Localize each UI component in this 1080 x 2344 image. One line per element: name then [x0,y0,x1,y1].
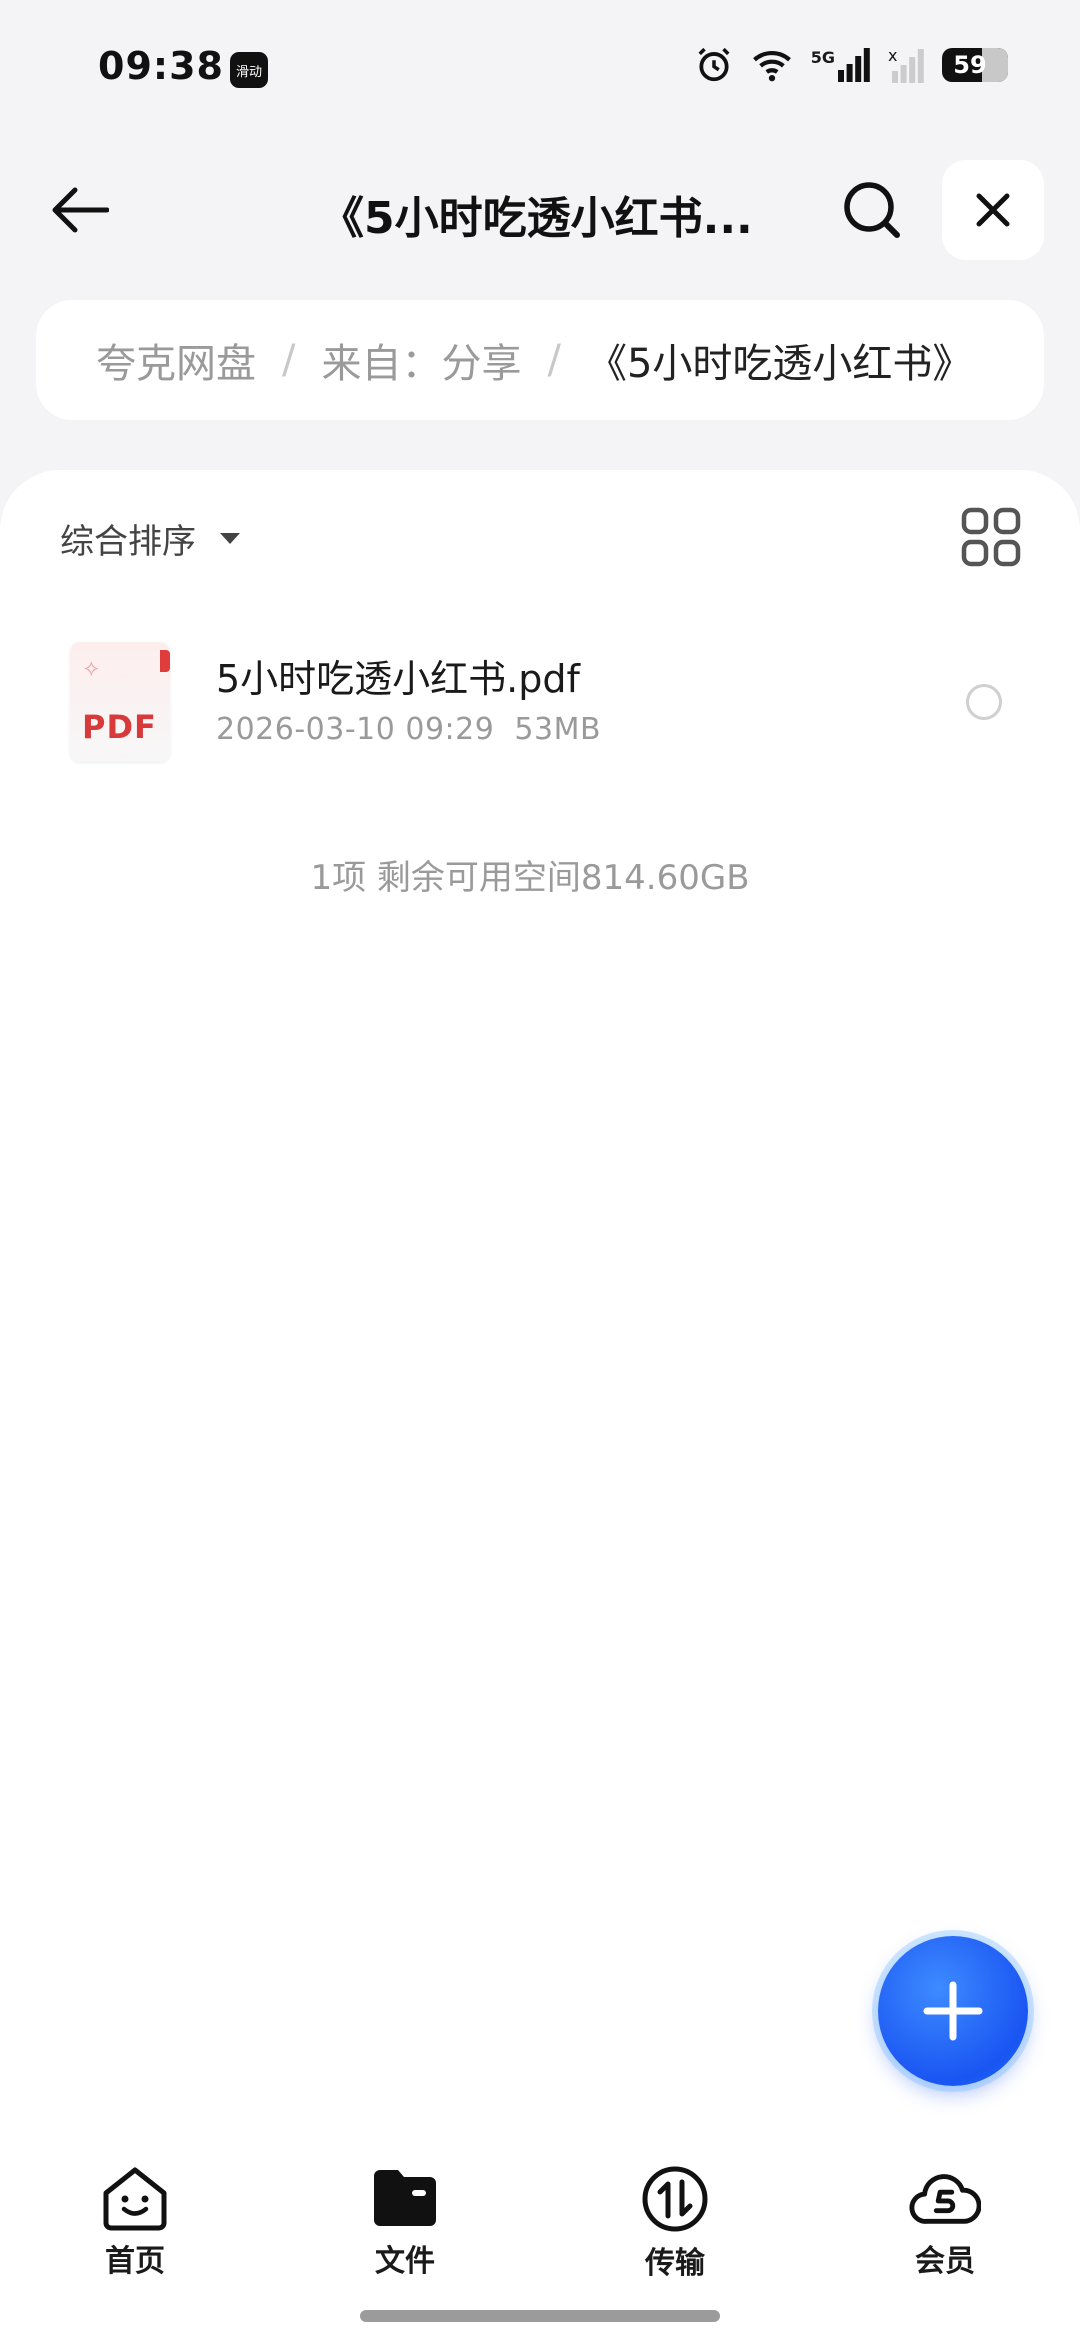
status-time: 09:38 [98,44,224,88]
acrobat-icon: ⟡ [84,656,99,681]
file-date: 2026-03-10 09:29 [216,712,495,747]
wifi-icon [752,51,791,82]
svg-text:x: x [888,47,897,65]
nav-label-home: 首页 [105,2244,165,2279]
vip-cloud-icon [909,2164,981,2232]
file-select-radio[interactable] [966,684,1002,720]
nav-item-home[interactable]: 首页 [0,2150,270,2280]
breadcrumb-item-current[interactable]: 《5小时吃透小红书》 [587,331,972,389]
file-name[interactable]: 5小时吃透小红书.pdf [216,648,580,703]
nav-label-transfer: 传输 [645,2246,705,2281]
alarm-icon [698,47,730,82]
breadcrumb-separator: / [547,337,561,383]
caret-down-icon [220,533,240,544]
view-toggle-button[interactable] [958,504,1024,570]
breadcrumb-item-root[interactable]: 夸克网盘 [96,331,256,389]
back-button[interactable] [40,170,120,250]
nav-item-vip[interactable]: 会员 [810,2150,1080,2280]
search-icon [844,182,900,238]
breadcrumb-item-share[interactable]: 来自：分享 [321,331,521,389]
breadcrumb: 夸克网盘 / 来自：分享 / 《5小时吃透小红书》 [36,300,1044,420]
file-type-label: PDF [82,708,157,746]
file-size: 53MB [514,712,602,747]
signal-5g-icon: 5G [811,48,870,82]
nav-item-transfer[interactable]: 传输 [540,2150,810,2281]
status-icons: 5G x 59 [695,46,1008,84]
nav-label-vip: 会员 [915,2244,975,2279]
file-meta: 2026-03-10 09:29 53MB [216,712,601,747]
sort-label: 综合排序 [60,522,196,562]
network-type: 5G [810,48,835,67]
page-title: 《5小时吃透小红书... [320,193,753,244]
add-button[interactable] [878,1936,1028,2086]
close-button[interactable] [942,160,1044,260]
pdf-file-icon: ⟡ PDF [70,642,170,762]
transfer-icon [639,2164,711,2234]
folder-icon [369,2164,441,2232]
battery-icon: 59 [942,48,1008,82]
sort-dropdown[interactable]: 综合排序 [60,514,240,563]
search-button[interactable] [832,170,912,250]
battery-level: 59 [953,51,987,79]
nav-label-files: 文件 [375,2244,435,2279]
home-indicator[interactable] [360,2310,720,2322]
bottom-nav: 首页 文件 传输 会员 [0,2150,1080,2281]
storage-summary: 1项 剩余可用空间814.60GB [310,858,750,898]
plus-icon [923,1981,983,2041]
signal-no-service-icon: x [888,47,924,83]
home-icon [99,2164,171,2232]
nav-item-files[interactable]: 文件 [270,2150,540,2280]
arrow-left-icon [52,187,109,233]
grid-view-icon [961,507,1021,567]
app-notification-badge: 滑动 [230,52,268,88]
breadcrumb-separator: / [282,337,296,383]
close-icon [976,193,1010,227]
